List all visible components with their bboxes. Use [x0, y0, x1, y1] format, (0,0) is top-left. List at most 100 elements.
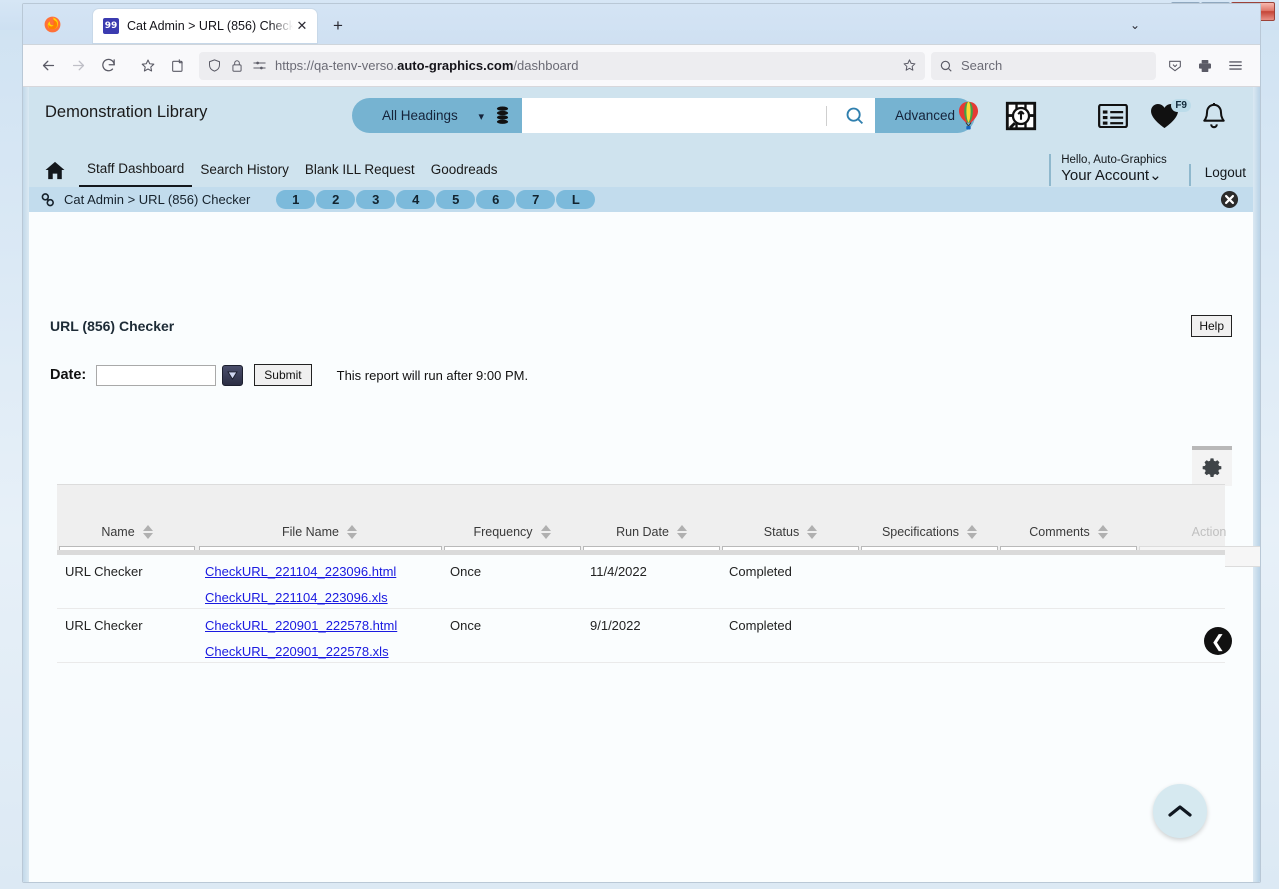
column-label: Action	[1191, 525, 1227, 539]
table-row: URL Checker CheckURL_220901_222578.html …	[57, 609, 1225, 663]
column-header-name[interactable]: Name	[57, 523, 197, 541]
collapse-panel-button[interactable]: ❮	[1204, 627, 1232, 655]
f9-badge: F9	[1171, 99, 1191, 112]
home-icon[interactable]	[45, 161, 65, 180]
database-icon[interactable]	[495, 106, 510, 128]
column-header-status[interactable]: Status	[721, 523, 860, 541]
cell-file-html-link[interactable]: CheckURL_221104_223096.html	[205, 564, 396, 579]
column-label: Specifications	[881, 525, 960, 539]
breadcrumb-text: Cat Admin > URL (856) Checker	[64, 192, 251, 207]
sort-toggle-icon[interactable]	[1097, 525, 1108, 539]
date-input[interactable]	[96, 364, 217, 386]
cell-file-html-link[interactable]: CheckURL_220901_222578.html	[205, 618, 397, 633]
column-label: Frequency	[473, 525, 533, 539]
nav-link-blank-ill-request[interactable]: Blank ILL Request	[297, 154, 423, 186]
grid-settings-gear-icon[interactable]	[1192, 446, 1232, 486]
sort-toggle-icon[interactable]	[540, 525, 551, 539]
close-icon[interactable]	[1220, 190, 1239, 209]
reload-button-icon[interactable]	[93, 51, 123, 81]
breadcrumb-bar: Cat Admin > URL (856) Checker 1 2 3 4 5 …	[29, 187, 1253, 212]
search-scope-label: All Headings	[382, 108, 458, 123]
hot-air-balloon-icon[interactable]	[955, 100, 982, 133]
cell-name: URL Checker	[65, 564, 143, 579]
logout-box: Logout	[1188, 164, 1246, 186]
submit-button[interactable]: Submit	[254, 364, 312, 386]
shelf-search-icon[interactable]	[1004, 99, 1038, 133]
pager-page-6[interactable]: 6	[476, 190, 516, 209]
column-label: File Name	[282, 525, 339, 539]
my-lists-icon[interactable]	[1098, 104, 1128, 128]
search-divider	[826, 105, 827, 126]
browser-window: 99 Cat Admin > URL (856) Checker ✕ + ⌄ h…	[22, 3, 1261, 883]
column-header-comments[interactable]: Comments	[999, 523, 1138, 541]
logout-link[interactable]: Logout	[1205, 165, 1246, 180]
column-label: Comments	[1029, 525, 1090, 539]
shield-icon	[207, 58, 222, 73]
list-all-tabs-icon[interactable]: ⌄	[1130, 18, 1140, 32]
sort-toggle-icon[interactable]	[346, 525, 357, 539]
catalog-search-input[interactable]	[532, 106, 816, 125]
pager-page-5[interactable]: 5	[436, 190, 476, 209]
cell-name: URL Checker	[65, 618, 143, 633]
reports-grid: Name File Name Frequency Run Date Status…	[57, 484, 1260, 663]
pager-page-3[interactable]: 3	[356, 190, 396, 209]
page-pager: 1 2 3 4 5 6 7 L	[276, 190, 596, 209]
downloads-icon[interactable]	[1160, 51, 1190, 81]
notifications-bell-icon[interactable]	[1201, 102, 1227, 131]
favorites-heart-icon[interactable]: F9	[1150, 99, 1191, 129]
nav-link-staff-dashboard[interactable]: Staff Dashboard	[79, 153, 193, 188]
search-icon[interactable]	[837, 105, 871, 126]
column-label: Status	[763, 525, 800, 539]
forward-button-icon[interactable]	[63, 51, 93, 81]
main-content: URL (856) Checker Help Date: Submit This…	[29, 212, 1260, 882]
column-header-file-name[interactable]: File Name	[197, 523, 442, 541]
search-scope-select[interactable]: All Headings ▾	[352, 98, 522, 133]
pager-page-7[interactable]: 7	[516, 190, 556, 209]
chevron-down-icon: ⌄	[1149, 167, 1162, 184]
save-to-pocket-icon[interactable]	[163, 51, 193, 81]
date-label: Date:	[50, 367, 87, 383]
browser-search-placeholder: Search	[961, 58, 1003, 73]
cell-file-xls-link[interactable]: CheckURL_221104_223096.xls	[205, 590, 388, 605]
back-button-icon[interactable]	[33, 51, 63, 81]
column-header-action: Action	[1138, 523, 1260, 541]
app-menu-icon[interactable]	[1220, 51, 1250, 81]
cell-run-date: 11/4/2022	[590, 564, 647, 579]
browser-tab[interactable]: 99 Cat Admin > URL (856) Checker ✕	[93, 9, 317, 43]
sort-toggle-icon[interactable]	[676, 525, 687, 539]
scroll-to-top-button[interactable]	[1153, 784, 1207, 838]
pager-page-last[interactable]: L	[556, 190, 596, 209]
sort-toggle-icon[interactable]	[142, 525, 153, 539]
account-box: Hello, Auto-Graphics Your Account⌄	[1049, 154, 1167, 186]
lock-icon	[230, 59, 244, 73]
nav-link-search-history[interactable]: Search History	[192, 154, 297, 186]
help-button[interactable]: Help	[1191, 315, 1232, 337]
print-icon[interactable]	[1190, 51, 1220, 81]
url-bar[interactable]: https://qa-tenv-verso.auto-graphics.com/…	[199, 51, 925, 80]
cell-file-xls-link[interactable]: CheckURL_220901_222578.xls	[205, 644, 389, 659]
your-account-menu[interactable]: Your Account⌄	[1061, 166, 1166, 184]
site-settings-icon[interactable]	[252, 58, 267, 73]
cell-frequency: Once	[450, 564, 482, 579]
pager-page-4[interactable]: 4	[396, 190, 436, 209]
your-account-label: Your Account	[1061, 167, 1150, 184]
sort-toggle-icon[interactable]	[807, 525, 818, 539]
nav-link-goodreads[interactable]: Goodreads	[423, 154, 506, 186]
library-name: Demonstration Library	[45, 103, 208, 121]
column-header-frequency[interactable]: Frequency	[442, 523, 582, 541]
pager-page-1[interactable]: 1	[276, 190, 316, 209]
page-right-edge	[1253, 87, 1260, 882]
column-header-specifications[interactable]: Specifications	[860, 523, 999, 541]
new-tab-button[interactable]: +	[328, 15, 348, 35]
browser-search-box[interactable]: Search	[931, 51, 1156, 80]
sort-toggle-icon[interactable]	[967, 525, 978, 539]
url-text: https://qa-tenv-verso.auto-graphics.com/…	[275, 58, 579, 73]
calendar-picker-icon[interactable]	[222, 364, 244, 386]
pager-page-2[interactable]: 2	[316, 190, 356, 209]
tab-close-icon[interactable]: ✕	[293, 17, 311, 35]
grid-header: Name File Name Frequency Run Date Status…	[57, 484, 1260, 567]
bookmark-url-icon[interactable]	[902, 58, 917, 73]
bookmark-star-icon[interactable]	[133, 51, 163, 81]
column-header-run-date[interactable]: Run Date	[582, 523, 721, 541]
header-icon-group: F9	[955, 99, 1227, 133]
